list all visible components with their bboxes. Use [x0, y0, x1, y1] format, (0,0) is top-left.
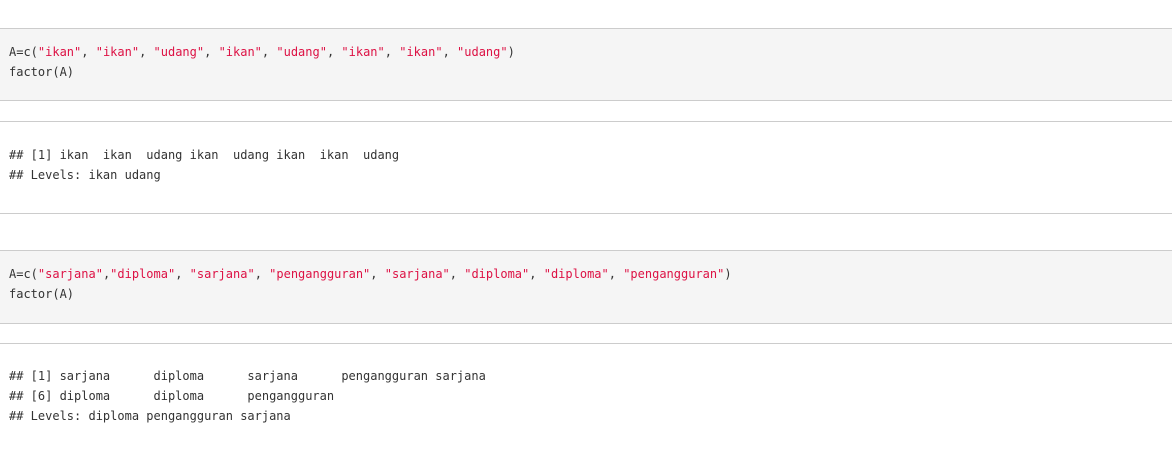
string-literal: "ikan": [341, 45, 385, 59]
code-token: factor(A): [9, 287, 75, 301]
string-literal: "pengangguran": [269, 267, 371, 281]
string-literal: "pengangguran": [623, 267, 725, 281]
code-token: ,: [370, 267, 385, 281]
output-chunk-2: ## [1] sarjana diploma sarjana penganggu…: [0, 343, 1172, 457]
code-chunk-1: A=c("ikan", "ikan", "udang", "ikan", "ud…: [0, 28, 1172, 101]
code-line: A=c("sarjana","diploma", "sarjana", "pen…: [9, 266, 732, 282]
string-literal: "udang": [276, 45, 327, 59]
code-token: ,: [175, 267, 190, 281]
code-chunk-2: A=c("sarjana","diploma", "sarjana", "pen…: [0, 250, 1172, 324]
string-literal: "diploma": [110, 267, 176, 281]
output-line: ## Levels: ikan udang: [9, 168, 161, 182]
code-token: ,: [449, 267, 465, 281]
output-line: ## [1] sarjana diploma sarjana penganggu…: [9, 369, 486, 383]
code-token: ): [724, 267, 732, 281]
code-token: ,: [442, 45, 458, 59]
code-token: factor(A): [9, 65, 75, 79]
output-line: ## [1] ikan ikan udang ikan udang ikan i…: [9, 148, 400, 162]
code-line: factor(A): [9, 64, 74, 80]
string-literal: "udang": [457, 45, 508, 59]
code-line: factor(A): [9, 286, 74, 302]
string-literal: "diploma": [543, 267, 609, 281]
code-token: ,: [204, 45, 219, 59]
string-literal: "ikan": [95, 45, 140, 59]
string-literal: "diploma": [464, 267, 530, 281]
code-token: ,: [139, 45, 154, 59]
code-token: ,: [608, 267, 624, 281]
string-literal: "sarjana": [384, 267, 450, 281]
code-token: ,: [81, 45, 96, 59]
string-literal: "sarjana": [37, 267, 103, 281]
string-literal: "ikan": [37, 45, 82, 59]
string-literal: "ikan": [218, 45, 262, 59]
code-token: ): [507, 45, 515, 59]
code-token: ,: [254, 267, 270, 281]
code-token: A=c(: [9, 45, 38, 59]
string-literal: "ikan": [399, 45, 443, 59]
code-token: ,: [326, 45, 342, 59]
code-line: A=c("ikan", "ikan", "udang", "ikan", "ud…: [9, 44, 515, 60]
output-line: ## Levels: diploma pengangguran sarjana: [9, 409, 291, 423]
string-literal: "udang": [153, 45, 205, 59]
code-token: ,: [529, 267, 544, 281]
output-chunk-1: ## [1] ikan ikan udang ikan udang ikan i…: [0, 121, 1172, 214]
code-token: ,: [384, 45, 400, 59]
code-token: A=c(: [9, 267, 38, 281]
output-line: ## [6] diploma diploma pengangguran: [9, 389, 335, 403]
string-literal: "sarjana": [189, 267, 255, 281]
code-token: ,: [261, 45, 277, 59]
